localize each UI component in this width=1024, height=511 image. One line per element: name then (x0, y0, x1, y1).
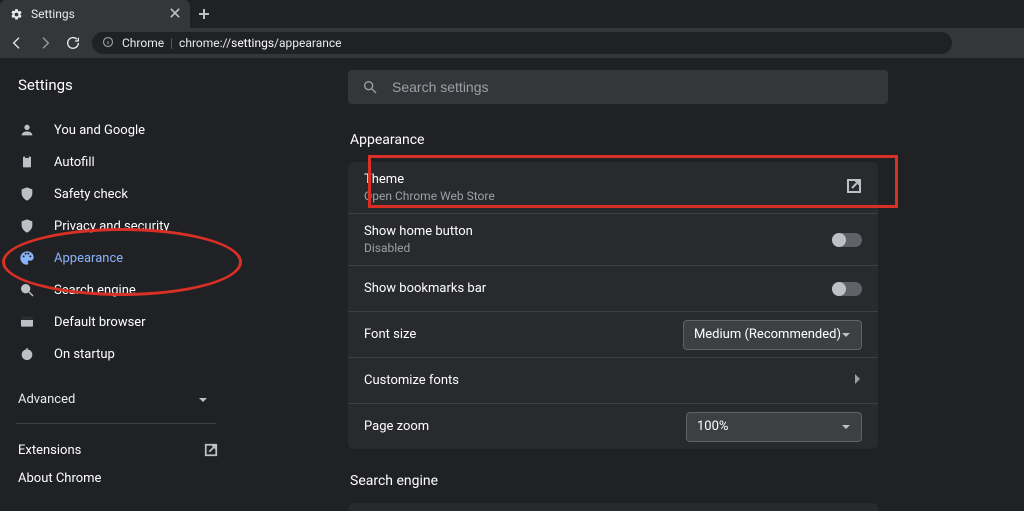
sidebar-item-privacy-security[interactable]: Privacy and security (18, 210, 250, 242)
open-external-icon (204, 443, 218, 457)
sidebar-item-label: You and Google (54, 123, 145, 138)
new-tab-button[interactable] (190, 0, 218, 28)
open-external-icon (846, 178, 862, 198)
appearance-card: Theme Open Chrome Web Store Show home bu… (348, 162, 878, 449)
address-bar[interactable]: Chrome | chrome://settings/appearance (92, 32, 952, 54)
shield-icon (19, 218, 35, 234)
page-zoom-value: 100% (697, 419, 728, 434)
setting-customize-fonts[interactable]: Customize fonts (348, 357, 878, 403)
chevron-down-icon (841, 330, 851, 340)
theme-label: Theme (364, 172, 495, 187)
sidebar-advanced[interactable]: Advanced (18, 392, 208, 407)
clipboard-icon (19, 154, 35, 170)
forward-button[interactable] (36, 34, 54, 52)
omnibox-host: Chrome (122, 36, 164, 50)
browser-tab[interactable]: Settings (0, 0, 190, 28)
palette-icon (19, 250, 35, 266)
home-button-label: Show home button (364, 224, 473, 239)
gear-icon (10, 8, 23, 21)
sidebar-item-search-engine[interactable]: Search engine (18, 274, 250, 306)
home-button-toggle[interactable] (832, 233, 862, 247)
back-button[interactable] (8, 34, 26, 52)
settings-search[interactable] (348, 70, 888, 104)
sidebar-extensions[interactable]: Extensions (18, 436, 218, 464)
extensions-label: Extensions (18, 443, 81, 458)
sidebar-item-label: Safety check (54, 187, 128, 202)
sidebar-item-label: Search engine (54, 283, 136, 298)
sidebar-item-default-browser[interactable]: Default browser (18, 306, 250, 338)
power-icon (19, 346, 35, 362)
page-zoom-dropdown[interactable]: 100% (686, 412, 862, 442)
section-title-search-engine: Search engine (350, 473, 888, 489)
sidebar-item-label: On startup (54, 347, 115, 362)
font-size-value: Medium (Recommended) (694, 327, 841, 342)
search-icon (362, 79, 378, 95)
settings-search-input[interactable] (390, 78, 874, 96)
sidebar-item-safety-check[interactable]: Safety check (18, 178, 250, 210)
search-icon (19, 282, 35, 298)
person-icon (19, 122, 35, 138)
section-title-appearance: Appearance (350, 132, 888, 148)
sidebar-item-label: Default browser (54, 315, 146, 330)
browser-icon (19, 314, 35, 330)
sidebar-item-autofill[interactable]: Autofill (18, 146, 250, 178)
tab-title: Settings (31, 7, 162, 21)
page-zoom-label: Page zoom (364, 419, 429, 434)
omnibox-url-bold: settings (231, 36, 274, 50)
sidebar-item-label: Appearance (54, 251, 123, 266)
sidebar-about-chrome[interactable]: About Chrome (18, 464, 218, 492)
advanced-label: Advanced (18, 392, 75, 407)
font-size-dropdown[interactable]: Medium (Recommended) (683, 320, 862, 350)
reload-button[interactable] (64, 34, 82, 52)
bookmarks-bar-label: Show bookmarks bar (364, 281, 486, 296)
sidebar-item-label: Privacy and security (54, 219, 170, 234)
setting-home-button: Show home button Disabled (348, 213, 878, 265)
setting-search-engine: Search engine used in the address bar Le… (348, 503, 878, 511)
page-title: Settings (18, 76, 250, 94)
sidebar-divider (16, 423, 216, 424)
omnibox-url-post: /appearance (274, 36, 341, 50)
setting-bookmarks-bar: Show bookmarks bar (348, 265, 878, 311)
sidebar-item-on-startup[interactable]: On startup (18, 338, 250, 370)
setting-theme[interactable]: Theme Open Chrome Web Store (348, 162, 878, 213)
setting-page-zoom: Page zoom 100% (348, 403, 878, 449)
close-tab-button[interactable] (170, 7, 180, 21)
font-size-label: Font size (364, 327, 416, 342)
search-engine-card: Search engine used in the address bar Le… (348, 503, 878, 511)
home-button-sublabel: Disabled (364, 241, 473, 255)
sidebar-item-appearance[interactable]: Appearance (18, 242, 250, 274)
about-chrome-label: About Chrome (18, 471, 101, 486)
site-info-icon (102, 36, 114, 51)
sidebar-item-label: Autofill (54, 155, 95, 170)
theme-sublabel: Open Chrome Web Store (364, 189, 495, 203)
setting-font-size: Font size Medium (Recommended) (348, 311, 878, 357)
customize-fonts-label: Customize fonts (364, 373, 459, 388)
sidebar-item-you-and-google[interactable]: You and Google (18, 114, 250, 146)
omnibox-url-pre: chrome:// (179, 36, 231, 50)
chevron-right-icon (854, 373, 862, 389)
shield-check-icon (19, 186, 35, 202)
chevron-down-icon (198, 395, 208, 405)
bookmarks-bar-toggle[interactable] (832, 282, 862, 296)
chevron-down-icon (841, 422, 851, 432)
